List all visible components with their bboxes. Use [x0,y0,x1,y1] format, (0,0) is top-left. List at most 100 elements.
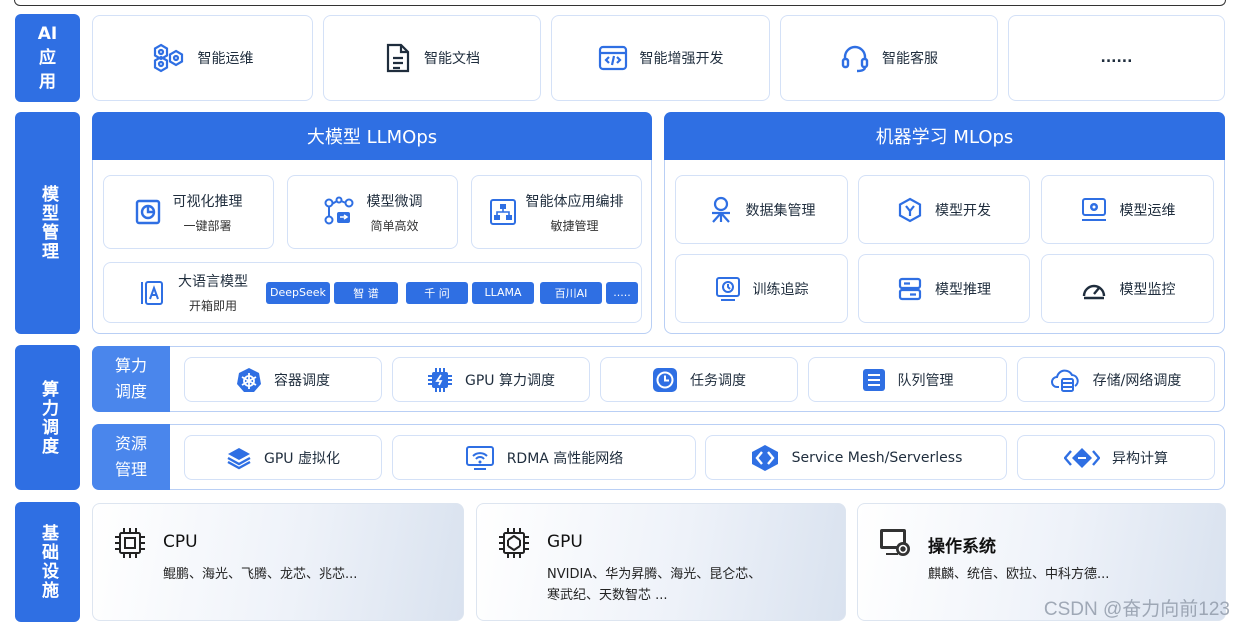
layer-label-infra: 基础设施 [15,502,80,622]
infra-desc: NVIDIA、华为昇腾、海光、昆仑芯、 寒武纪、天数智芯 ... [547,564,761,606]
layer-label-model-mgmt: 模型管理 [15,112,80,334]
model-tag: 百川AI [540,281,602,304]
ai-app-label: 智能增强开发 [639,51,724,67]
mlops-card-infer: 模型推理 [858,254,1030,323]
infra-desc-line: 寒武纪、天数智芯 ... [547,588,668,603]
res-card-gpu-virt: GPU 虚拟化 [184,435,382,480]
model-tag: ..... [606,281,638,304]
card-title: 智能体应用编排 [525,193,624,210]
wifi-router-icon [465,445,495,471]
dataset-person-icon [708,196,734,224]
monitor-settings-icon [878,526,912,558]
layer-label-model-mgmt-text: 模型管理 [38,185,58,261]
sched-card-storage: 存储/网络调度 [1017,357,1215,402]
sched-label: GPU 算力调度 [465,372,555,389]
infra-desc-line: NVIDIA、华为昇腾、海光、昆仑芯、 [547,567,762,582]
mlops-card-track: 训练追踪 [675,254,848,323]
llmops-title: 大模型 LLMOps [306,127,438,148]
sched-card-queue: 队列管理 [808,357,1007,402]
code-window-icon [598,44,628,72]
ai-app-card-more: ...... [1008,15,1225,101]
org-chart-icon [489,199,516,225]
card-sub: 敏捷管理 [550,218,599,233]
list-icon [862,368,886,392]
res-label: RDMA 高性能网络 [506,450,624,467]
sched-card-container: 容器调度 [184,357,382,402]
res-card-rdma: RDMA 高性能网络 [392,435,696,480]
scheduling-head: 算力调度 [92,346,170,412]
res-label: Service Mesh/Serverless [791,449,963,466]
hexagon-arrows-icon [750,444,780,472]
hex-gears-icon [152,43,186,73]
mlops-label: 模型监控 [1119,281,1176,298]
infra-desc-line: 麒麟、统信、欧拉、中科方德... [928,567,1110,582]
hexagon-check-icon [897,197,923,223]
resources-head: 资源管理 [92,424,170,490]
llmops-header: 大模型 LLMOps [92,112,652,160]
ai-app-label: 智能文档 [424,51,480,67]
ai-app-label: 智能运维 [197,51,254,67]
ai-app-card-service: 智能客服 [780,15,998,101]
layer-label-ai-app-text: AI 应用 [37,24,58,92]
card-sub: 开箱即用 [188,299,237,313]
infra-desc: 麒麟、统信、欧拉、中科方德... [928,564,1109,585]
monitor-gear-icon [1080,197,1108,223]
llmops-card-finetune: 模型微调 简单高效 [287,175,458,249]
layer-label-infra-text: 基础设施 [38,524,58,600]
res-card-hetero: 异构计算 [1017,435,1215,480]
infra-desc: 鲲鹏、海光、飞腾、龙芯、兆芯... [163,564,357,585]
diamond-arrows-icon [1064,446,1100,470]
more-ellipsis: ...... [1100,50,1133,66]
ai-app-card-dev: 智能增强开发 [551,15,770,101]
infra-title: GPU [547,532,583,552]
text-model-icon [140,280,164,306]
cpu-chip-icon [113,526,147,560]
clock-icon [652,367,678,393]
mlops-card-ops: 模型运维 [1041,175,1214,244]
llmops-card-agent: 智能体应用编排 敏捷管理 [471,175,642,249]
gpu-chip-icon [497,526,531,560]
res-label: 异构计算 [1112,450,1168,467]
res-card-mesh: Service Mesh/Serverless [705,435,1007,480]
ai-app-label: 智能客服 [882,51,938,67]
resources-head-text: 资源管理 [114,434,147,479]
infra-card-gpu: GPU NVIDIA、华为昇腾、海光、昆仑芯、 寒武纪、天数智芯 ... [476,503,846,621]
sched-label: 存储/网络调度 [1092,372,1182,389]
card-sub: 简单高效 [370,218,419,233]
sched-card-gpu: GPU 算力调度 [392,357,590,402]
helm-wheel-icon [236,367,262,393]
llmops-card-inference: 可视化推理 一键部署 [103,175,274,249]
mlops-label: 训练追踪 [752,281,809,298]
layer-label-ai-app: AI 应用 [15,14,80,102]
mlops-card-dev: 模型开发 [858,175,1030,244]
mlops-label: 模型开发 [935,202,991,219]
mlops-label: 模型运维 [1119,202,1176,219]
card-sub: 一键部署 [183,218,232,233]
tracking-screen-icon [715,276,741,302]
chip-icon [427,367,453,393]
infra-title: CPU [163,532,198,552]
infra-title: 操作系统 [928,537,996,557]
model-tag: 千 问 [406,281,468,304]
mlops-header: 机器学习 MLOps [664,112,1225,160]
card-title: 模型微调 [366,193,423,210]
card-title: 大语言模型 [178,274,248,290]
document-icon [384,43,412,73]
cloud-storage-icon [1050,367,1081,393]
headset-icon [840,43,870,73]
mlops-title: 机器学习 MLOps [875,127,1014,148]
sched-label: 容器调度 [274,372,330,389]
model-flow-icon [323,196,355,228]
mlops-label: 模型推理 [935,281,991,298]
layers-icon [226,446,252,470]
top-frame-edge [14,0,1226,6]
res-label: GPU 虚拟化 [264,450,340,467]
layer-label-compute-text: 算力调度 [38,379,58,456]
model-tag: LLAMA [472,281,534,304]
card-title: 可视化推理 [172,193,243,210]
sched-label: 队列管理 [897,372,954,389]
server-stack-icon [897,276,923,302]
watermark: CSDN @奋力向前123 [1043,599,1230,620]
mlops-card-monitor: 模型监控 [1041,254,1214,323]
mlops-label: 数据集管理 [745,202,816,219]
